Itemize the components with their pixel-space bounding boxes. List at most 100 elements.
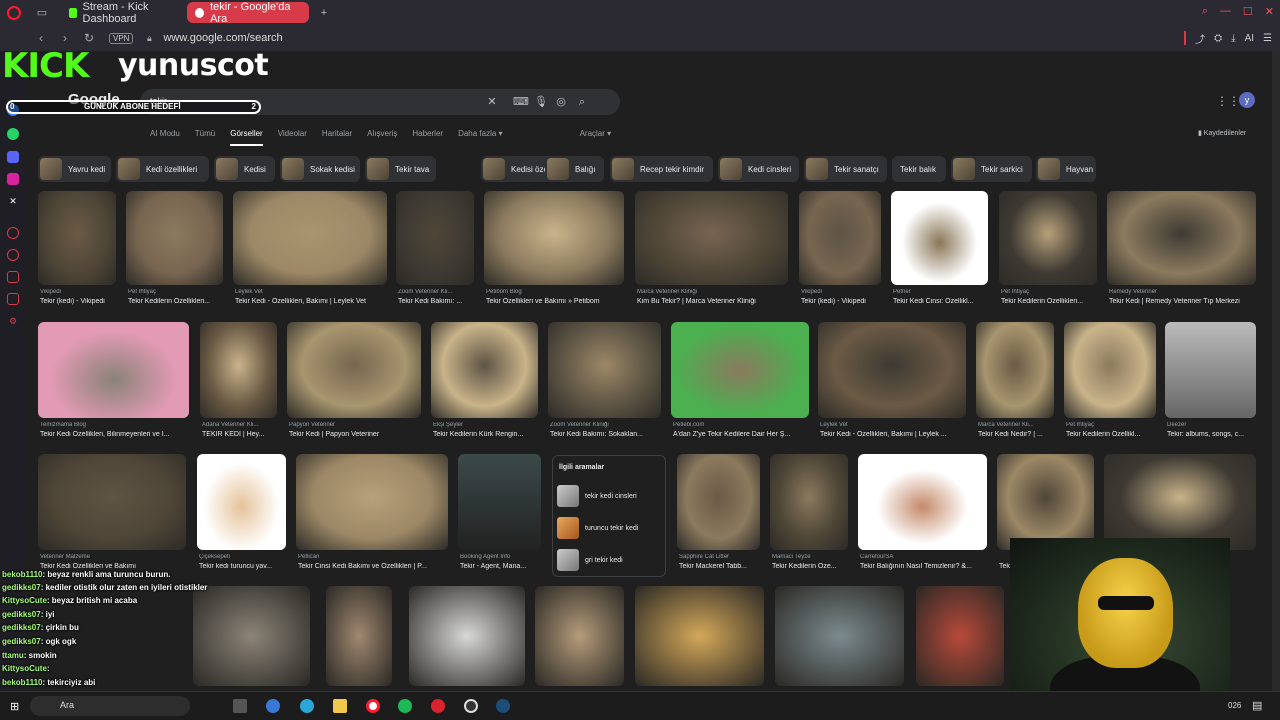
- tab-maps[interactable]: Haritalar: [322, 129, 352, 146]
- app-red-icon[interactable]: [431, 699, 445, 713]
- chip-4[interactable]: Sokak kedisi: [280, 156, 360, 182]
- image-result[interactable]: [1064, 322, 1156, 418]
- image-title[interactable]: Tekir Balığının Nasıl Temizlenir? &...: [860, 563, 989, 570]
- obs-icon[interactable]: [464, 699, 478, 713]
- image-result[interactable]: [858, 454, 987, 550]
- chip-7[interactable]: Balığı: [545, 156, 604, 182]
- image-title[interactable]: Tekir Kedi Bakımı: ...: [398, 298, 476, 305]
- back-icon[interactable]: ‹: [33, 31, 49, 45]
- easy-setup-icon[interactable]: ☰: [1263, 33, 1272, 44]
- tab-menu-icon[interactable]: ▭: [31, 6, 53, 19]
- history-icon[interactable]: [7, 249, 19, 261]
- image-result[interactable]: [287, 322, 421, 418]
- settings-icon[interactable]: ⚙: [7, 315, 19, 327]
- image-title[interactable]: Tekir Kedi - Özellikleri, Bakımı | Leyle…: [820, 431, 968, 438]
- opera-logo-icon[interactable]: [7, 5, 21, 20]
- image-title[interactable]: Tekir: albums, songs, c...: [1167, 431, 1258, 438]
- download-icon[interactable]: ⤓: [1231, 33, 1235, 44]
- image-title[interactable]: TEKİR KEDİ | Hey...: [202, 431, 279, 438]
- image-title[interactable]: Tekir Cinsi Kedi Bakımı ve Özellikleri |…: [298, 563, 450, 570]
- account-icon[interactable]: ⛭: [1214, 33, 1222, 44]
- image-result[interactable]: [671, 322, 809, 418]
- search-icon[interactable]: ⌕: [576, 96, 588, 108]
- chip-9[interactable]: Kedi cinsleri: [718, 156, 799, 182]
- image-title[interactable]: Tekir Kedilerin Kürk Rengin...: [433, 431, 540, 438]
- image-result[interactable]: [126, 191, 223, 285]
- lens-icon[interactable]: ◎: [555, 96, 567, 108]
- image-title[interactable]: A'dan Z'ye Tekir Kedilere Dair Her Ş...: [673, 431, 811, 438]
- related-item[interactable]: tekir kedi cinsleri: [557, 484, 661, 508]
- instagram-icon[interactable]: [7, 173, 19, 185]
- tab-google-search[interactable]: tekir - Google'da Ara: [187, 1, 309, 25]
- bookmarks-icon[interactable]: [7, 271, 19, 283]
- image-result[interactable]: [396, 191, 474, 285]
- chip-3[interactable]: Kedisi: [214, 156, 275, 182]
- image-result[interactable]: [891, 191, 988, 285]
- maximize-icon[interactable]: ☐: [1243, 5, 1253, 18]
- image-result[interactable]: [484, 191, 624, 285]
- chip-1[interactable]: Yavru kedi: [38, 156, 111, 182]
- image-title[interactable]: Tekir (kedi) - Vikipedi: [40, 298, 118, 305]
- image-title[interactable]: Tekir Mackerel Tabb...: [679, 563, 762, 570]
- image-result[interactable]: [799, 191, 881, 285]
- forward-icon[interactable]: ›: [57, 31, 73, 45]
- tab-images[interactable]: Görseller: [230, 129, 263, 146]
- chip-13[interactable]: Hayvan: [1036, 156, 1096, 182]
- search-tabs-icon[interactable]: ⌕: [1202, 5, 1208, 18]
- image-title[interactable]: Tekir Kedi Bakımı: Sokaklan...: [550, 431, 663, 438]
- chip-11[interactable]: Tekir balık: [892, 156, 946, 182]
- image-title[interactable]: Tekir Kedi - Özellikleri, Bakımı | Leyle…: [235, 298, 389, 305]
- image-title[interactable]: Tekir Kedi Nedir? | ...: [978, 431, 1056, 438]
- aria-ai-icon[interactable]: AI: [1245, 33, 1254, 44]
- image-result[interactable]: [775, 586, 904, 686]
- tab-news[interactable]: Haberler: [412, 129, 443, 146]
- whatsapp-icon[interactable]: [7, 128, 19, 140]
- saved-link[interactable]: ▮ Kaydedilenler: [1198, 129, 1246, 137]
- clear-icon[interactable]: ✕: [486, 96, 498, 108]
- image-title[interactable]: Tekir Kedi | Papyon Veteriner: [289, 431, 423, 438]
- related-item[interactable]: turuncu tekir kedi: [557, 516, 661, 540]
- image-result[interactable]: [38, 191, 116, 285]
- tab-more[interactable]: Daha fazla ▾: [458, 129, 503, 146]
- vpn-badge[interactable]: VPN: [109, 32, 134, 44]
- keyboard-icon[interactable]: ⌨: [513, 96, 529, 108]
- minimize-icon[interactable]: —: [1220, 5, 1231, 18]
- image-title[interactable]: Tekir - Agent, Mana...: [460, 563, 543, 570]
- image-title[interactable]: Tekir Kedilerin Özellikl...: [1066, 431, 1158, 438]
- image-result[interactable]: [431, 322, 538, 418]
- image-title[interactable]: Tekir Kedilerin Özellikleri...: [1001, 298, 1099, 305]
- image-result[interactable]: [458, 454, 541, 550]
- chip-2[interactable]: Kedi özellikleri: [116, 156, 209, 182]
- image-result[interactable]: [1107, 191, 1256, 285]
- tab-ai-mode[interactable]: AI Modu: [150, 129, 180, 146]
- image-title[interactable]: Tekir Kedi Özellikleri, Bilinmeyenleri v…: [40, 431, 191, 438]
- task-view-icon[interactable]: [233, 699, 247, 713]
- edge-copilot-icon[interactable]: [266, 699, 280, 713]
- image-result[interactable]: [635, 586, 764, 686]
- new-tab-icon[interactable]: +: [313, 7, 335, 19]
- image-result[interactable]: [200, 322, 277, 418]
- chip-8[interactable]: Recep tekir kimdir: [610, 156, 713, 182]
- image-title[interactable]: Tekir Kedi | Remedy Veteriner Tıp Merkez…: [1109, 298, 1258, 305]
- system-clock[interactable]: 026: [1228, 701, 1241, 710]
- extensions-icon[interactable]: [7, 293, 19, 305]
- image-title[interactable]: Tekir Özellikleri ve Bakımı » Petibom: [486, 298, 626, 305]
- image-result[interactable]: [409, 586, 525, 686]
- image-result[interactable]: [999, 191, 1097, 285]
- notification-icon[interactable]: ▤: [1252, 699, 1262, 712]
- tab-kick-dashboard[interactable]: Stream - Kick Dashboard: [61, 1, 183, 25]
- image-result[interactable]: [548, 322, 661, 418]
- image-result[interactable]: [916, 586, 1004, 686]
- steam-icon[interactable]: [496, 699, 510, 713]
- image-result[interactable]: [38, 454, 186, 550]
- image-title[interactable]: Tekir Kedilerin Öze...: [772, 563, 850, 570]
- chip-5[interactable]: Tekir tava: [365, 156, 436, 182]
- tab-all[interactable]: Tümü: [195, 129, 215, 146]
- chip-12[interactable]: Tekir sarkici: [951, 156, 1032, 182]
- start-icon[interactable]: ⊞: [10, 700, 19, 713]
- image-result[interactable]: [197, 454, 286, 550]
- image-result[interactable]: [770, 454, 848, 550]
- explorer-icon[interactable]: [333, 699, 347, 713]
- pinboard-icon[interactable]: [7, 227, 19, 239]
- spotify-icon[interactable]: [398, 699, 412, 713]
